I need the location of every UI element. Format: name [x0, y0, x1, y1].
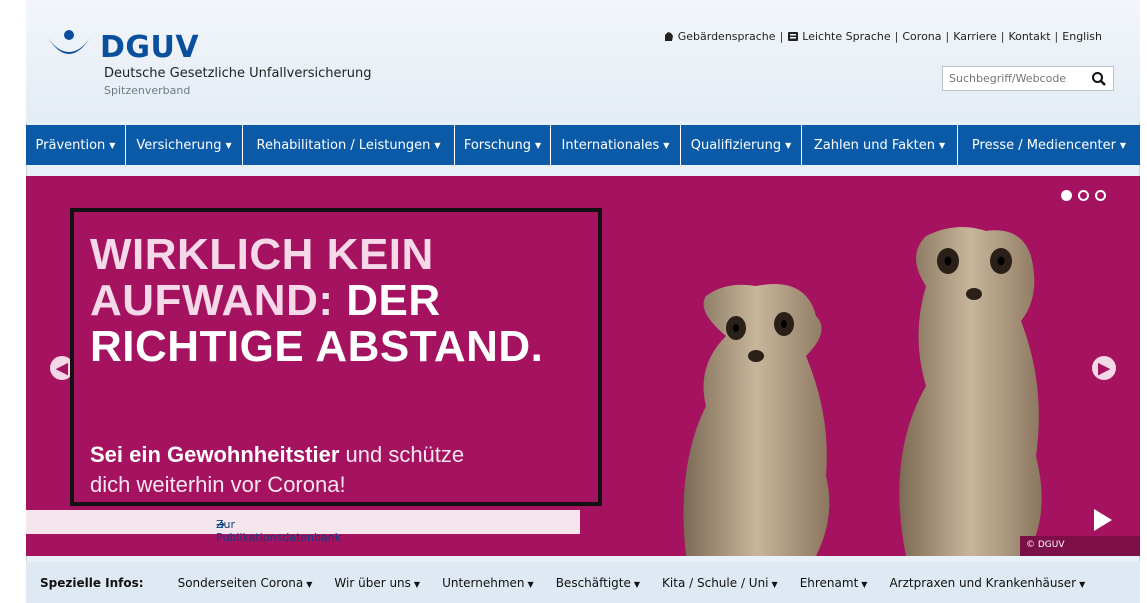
arrow-right-icon: ▶: [1098, 360, 1110, 377]
caret-down-icon: ▼: [306, 579, 313, 589]
org-subtitle: Spitzenverband: [104, 84, 191, 97]
toplink-easy-language[interactable]: Leichte Sprache: [787, 30, 891, 43]
arrow-circle-right-icon: ➔: [216, 518, 226, 531]
special-info-label: Spezielle Infos:: [40, 575, 144, 590]
nav-item-label: Internationales: [561, 137, 660, 153]
nav-item-label: Presse / Mediencenter: [971, 137, 1116, 153]
nav-item-internationales[interactable]: Internationales ▼: [551, 125, 681, 165]
nav-item-label: Forschung: [463, 137, 532, 153]
special-item-arztpraxen[interactable]: Arztpraxen und Krankenhäuser ▼: [889, 576, 1085, 590]
caret-down-icon: ▼: [1079, 579, 1086, 589]
nav-item-label: Versicherung: [136, 137, 222, 153]
nav-item-versicherung[interactable]: Versicherung ▼: [126, 125, 243, 165]
dguv-logo-icon[interactable]: [46, 30, 92, 58]
nav-item-praevention[interactable]: Prävention ▼: [26, 125, 126, 165]
headline-line-2: AUFWAND: DER: [90, 278, 543, 324]
special-item-beschaeftigte[interactable]: Beschäftigte ▼: [556, 576, 640, 590]
toplink-karriere[interactable]: Karriere: [953, 30, 996, 43]
toplink-label: Gebärdensprache: [677, 30, 776, 43]
logo-text[interactable]: DGUV: [100, 30, 199, 65]
nav-item-qualifizierung[interactable]: Qualifizierung ▼: [681, 125, 802, 165]
headline-line-3: RICHTIGE ABSTAND.: [90, 322, 544, 371]
slider-next-button[interactable]: ▶: [1092, 356, 1116, 380]
special-item-label: Beschäftigte: [555, 575, 631, 590]
special-item-corona[interactable]: Sonderseiten Corona ▼: [178, 576, 313, 590]
nav-item-rehabilitation[interactable]: Rehabilitation / Leistungen ▼: [243, 125, 455, 165]
meerkats-image: [683, 227, 1042, 556]
special-item-label: Ehrenamt: [799, 575, 859, 590]
toplink-sign-language[interactable]: Gebärdensprache: [663, 30, 776, 43]
caret-down-icon: ▼: [633, 579, 641, 589]
slider-dots: [1061, 190, 1106, 201]
search-input[interactable]: [943, 67, 1083, 90]
caret-down-icon: ▼: [1119, 140, 1127, 150]
main-nav: Prävention ▼ Versicherung ▼ Rehabilitation…: [26, 125, 1140, 165]
search-box: [942, 66, 1114, 91]
special-info-bar: Spezielle Infos: Sonderseiten Corona ▼ Wi…: [26, 562, 1140, 603]
top-links: Gebärdensprache | Leichte Sprache | Coro…: [663, 30, 1102, 43]
site-header: DGUV Deutsche Gesetzliche Unfallversiche…: [26, 0, 1140, 122]
caret-down-icon: ▼: [225, 140, 232, 150]
toplink-kontakt[interactable]: Kontakt: [1008, 30, 1050, 43]
org-name: Deutsche Gesetzliche Unfallversicherung: [104, 66, 372, 81]
toplink-label: Leichte Sprache: [802, 30, 891, 43]
headline-line-1: WIRKLICH KEIN: [90, 230, 434, 279]
page: DGUV Deutsche Gesetzliche Unfallversiche…: [0, 0, 1147, 603]
special-item-label: Wir über uns: [334, 575, 411, 590]
separator: |: [945, 30, 950, 43]
caret-down-icon: ▼: [434, 140, 441, 150]
nav-item-presse[interactable]: Presse / Mediencenter ▼: [958, 125, 1140, 165]
special-item-wir-ueber-uns[interactable]: Wir über uns ▼: [334, 576, 420, 590]
arrow-left-icon: ◀: [56, 360, 68, 377]
special-item-ehrenamt[interactable]: Ehrenamt ▼: [800, 576, 868, 590]
caret-down-icon: ▼: [938, 140, 946, 150]
special-item-label: Arztpraxen und Krankenhäuser: [889, 575, 1077, 590]
separator: |: [1000, 30, 1005, 43]
slider-dot-1[interactable]: [1061, 190, 1072, 201]
toplink-english[interactable]: English: [1062, 30, 1102, 43]
publication-bar: Zur Publikationsdatenbank ➔: [26, 510, 580, 544]
caret-down-icon: ▼: [109, 140, 116, 150]
separator: |: [1054, 30, 1059, 43]
headline-line-2b: DER: [346, 276, 441, 325]
nav-item-label: Prävention: [35, 137, 106, 153]
subline-line-1: Sei ein Gewohnheitstier und schütze: [90, 440, 464, 470]
copyright-label: © DGUV: [1020, 536, 1140, 556]
slider-dot-3[interactable]: [1095, 190, 1106, 201]
caret-down-icon: ▼: [535, 140, 542, 150]
caret-down-icon: ▼: [663, 140, 670, 150]
separator: |: [894, 30, 899, 43]
hero-textbox: WIRKLICH KEIN AUFWAND: DER RICHTIGE ABST…: [70, 208, 602, 506]
caret-down-icon: ▼: [785, 140, 792, 150]
special-item-label: Unternehmen: [442, 575, 525, 590]
special-item-unternehmen[interactable]: Unternehmen ▼: [442, 576, 534, 590]
special-item-label: Sonderseiten Corona: [177, 575, 304, 590]
separator: |: [779, 30, 784, 43]
headline-line-2a: AUFWAND:: [90, 276, 347, 325]
nav-item-zahlen-und-fakten[interactable]: Zahlen und Fakten ▼: [802, 125, 958, 165]
hero-subline: Sei ein Gewohnheitstier und schütze dich…: [90, 440, 464, 500]
toplink-corona[interactable]: Corona: [902, 30, 941, 43]
hero-slider: ◀ ▶ WIRKLICH KEIN AUFWAND: DER RICHTIGE …: [26, 176, 1140, 556]
play-icon[interactable]: [1094, 509, 1112, 531]
nav-item-label: Qualifizierung: [690, 137, 782, 153]
subline-bold: Sei ein Gewohnheitstier: [90, 442, 340, 467]
caret-down-icon: ▼: [861, 579, 868, 589]
publication-link-label: Zur Publikationsdatenbank: [216, 518, 342, 544]
subline-rest: und schütze: [339, 442, 465, 467]
special-item-kita-schule-uni[interactable]: Kita / Schule / Uni ▼: [662, 576, 778, 590]
easy-language-icon: [788, 32, 799, 41]
sign-language-icon: [664, 32, 673, 41]
caret-down-icon: ▼: [413, 579, 421, 589]
caret-down-icon: ▼: [771, 579, 778, 589]
nav-item-forschung[interactable]: Forschung ▼: [455, 125, 551, 165]
slider-dot-2[interactable]: [1078, 190, 1089, 201]
subline-line-2: dich weiterhin vor Corona!: [90, 472, 346, 497]
search-icon[interactable]: [1091, 71, 1107, 87]
hero-headline: WIRKLICH KEIN AUFWAND: DER RICHTIGE ABST…: [90, 232, 543, 370]
nav-item-label: Rehabilitation / Leistungen: [256, 137, 431, 153]
caret-down-icon: ▼: [527, 579, 534, 589]
special-item-label: Kita / Schule / Uni: [662, 575, 769, 590]
nav-item-label: Zahlen und Fakten: [813, 137, 935, 153]
